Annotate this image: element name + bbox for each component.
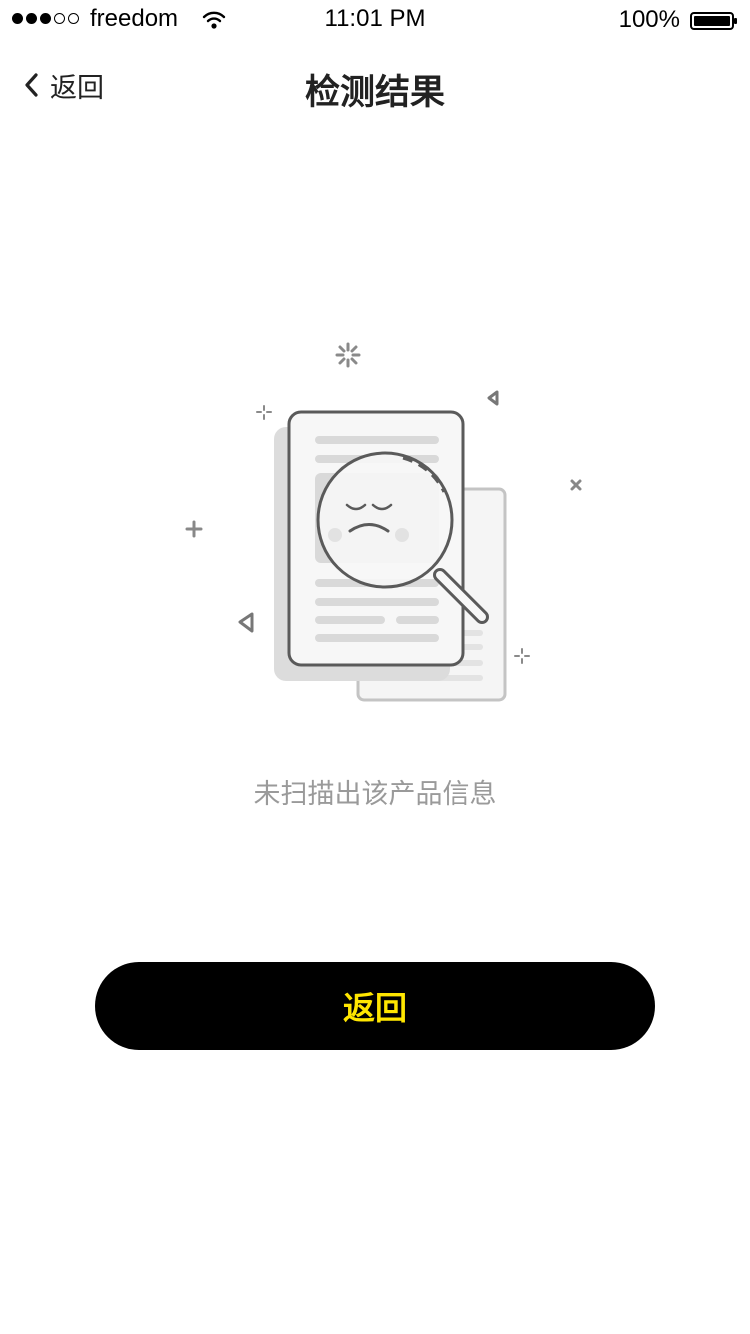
cross-icon (570, 479, 582, 491)
return-button[interactable]: 返回 (95, 962, 655, 1050)
screen: freedom 11:01 PM 100% 返回 检测结果 未扫描出该产品信息 … (0, 0, 750, 1334)
battery-percent: 100% (618, 6, 680, 33)
navigation-bar: 返回 检测结果 (0, 40, 750, 128)
status-bar: freedom 11:01 PM 100% (0, 0, 750, 40)
battery-icon (690, 12, 737, 30)
triangle-icon (487, 390, 499, 406)
plus-small-icon (256, 405, 272, 420)
plus-icon (185, 520, 203, 538)
plus-small-icon (514, 648, 530, 664)
page-title: 检测结果 (304, 73, 445, 113)
empty-state-message: 未扫描出该产品信息 (253, 779, 497, 810)
sparkle-icon (335, 342, 361, 368)
triangle-outline-icon (238, 612, 254, 633)
no-result-illustration (185, 342, 582, 702)
return-button-label: 返回 (342, 989, 407, 1027)
